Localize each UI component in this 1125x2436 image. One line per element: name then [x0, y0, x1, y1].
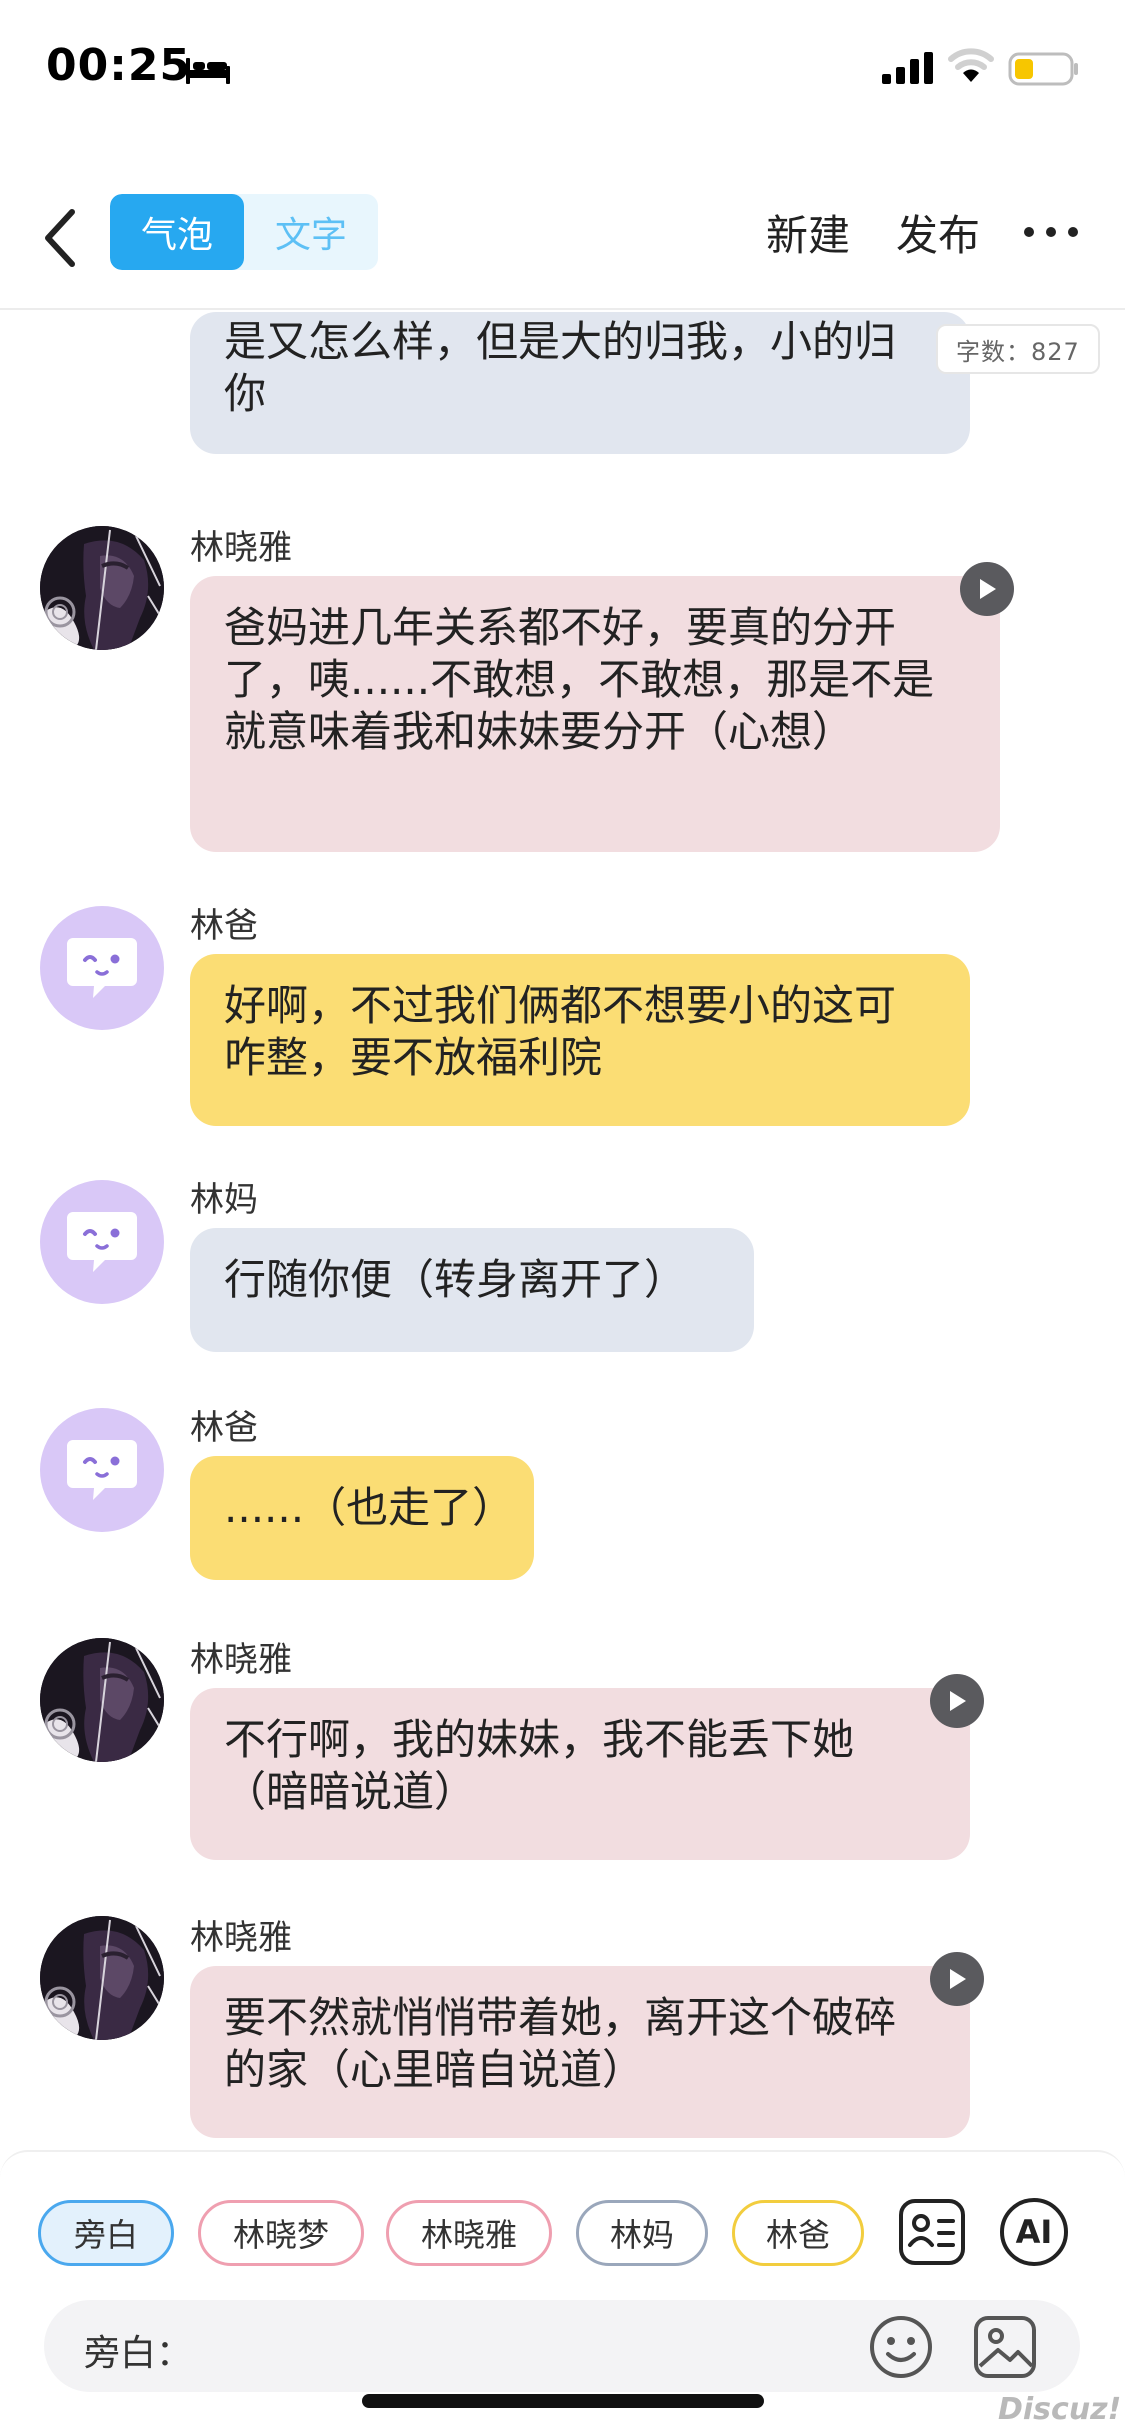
- smiley-icon: [870, 2316, 932, 2378]
- sender-name: 林爸: [190, 1408, 258, 1448]
- character-portrait-icon: [40, 1638, 164, 1762]
- message-bubble[interactable]: 是又怎么样，但是大的归我，小的归你: [190, 312, 970, 454]
- word-count-badge: 字数：827: [936, 324, 1100, 374]
- avatar[interactable]: [40, 906, 164, 1030]
- message-bubble[interactable]: 行随你便（转身离开了）: [190, 1228, 754, 1352]
- message-bubble[interactable]: 爸妈进几年关系都不好，要真的分开了，咦......不敢想，不敢想，那是不是就意味…: [190, 576, 1000, 852]
- message-input[interactable]: [194, 2314, 894, 2378]
- avatar[interactable]: [40, 1916, 164, 2040]
- ai-assist-button[interactable]: AI: [998, 2196, 1070, 2268]
- sleep-bed-icon: [186, 58, 230, 84]
- more-dot-icon: [1046, 227, 1056, 237]
- cellular-signal-icon: [882, 52, 933, 84]
- battery-icon: [1008, 52, 1078, 86]
- sender-name: 林晓雅: [190, 1918, 292, 1958]
- sender-name: 林妈: [190, 1180, 258, 1220]
- ai-label: AI: [1015, 2213, 1053, 2251]
- play-icon: [950, 1691, 966, 1711]
- play-icon: [950, 1969, 966, 1989]
- avatar[interactable]: [40, 1408, 164, 1532]
- chevron-left-icon: [45, 209, 75, 267]
- sender-name: 林爸: [190, 906, 258, 946]
- message-bubble[interactable]: 不行啊，我的妹妹，我不能丢下她（暗暗说道）: [190, 1688, 970, 1860]
- status-time: 00:25: [46, 40, 192, 91]
- tab-text[interactable]: 文字: [244, 194, 378, 270]
- role-chip[interactable]: 林晓雅: [386, 2200, 552, 2266]
- emoji-button[interactable]: [868, 2314, 934, 2380]
- avatar[interactable]: [40, 1638, 164, 1762]
- message-bubble[interactable]: 要不然就悄悄带着她，离开这个破碎的家（心里暗自说道）: [190, 1966, 970, 2138]
- role-chip[interactable]: 林晓梦: [198, 2200, 364, 2266]
- new-button[interactable]: 新建: [766, 202, 850, 263]
- message-bubble[interactable]: 好啊，不过我们俩都不想要小的这可咋整，要不放福利院: [190, 954, 970, 1126]
- sender-name: 林晓雅: [190, 528, 292, 568]
- insert-image-button[interactable]: [972, 2314, 1038, 2380]
- robot-chat-avatar-icon: [67, 1440, 137, 1500]
- publish-button[interactable]: 发布: [896, 202, 980, 263]
- speaker-label: 旁白：: [84, 2333, 193, 2374]
- top-nav-bar: 气泡 文字 新建 发布: [0, 180, 1125, 310]
- character-portrait-icon: [40, 526, 164, 650]
- play-audio-button[interactable]: [960, 562, 1014, 616]
- avatar[interactable]: [40, 526, 164, 650]
- play-icon: [980, 579, 996, 599]
- mode-toggle: 气泡 文字: [110, 194, 378, 270]
- more-dot-icon: [1068, 227, 1078, 237]
- character-portrait-icon: [40, 1916, 164, 2040]
- more-options-button[interactable]: [1024, 222, 1078, 242]
- play-audio-button[interactable]: [930, 1952, 984, 2006]
- tab-bubble[interactable]: 气泡: [110, 194, 244, 270]
- sender-name: 林晓雅: [190, 1640, 292, 1680]
- wifi-icon: [948, 48, 994, 82]
- robot-chat-avatar-icon: [67, 938, 137, 998]
- message-bubble[interactable]: ......（也走了）: [190, 1456, 534, 1580]
- role-chip-narrator[interactable]: 旁白: [38, 2200, 174, 2266]
- role-chip[interactable]: 林妈: [576, 2200, 708, 2266]
- home-indicator: [362, 2394, 764, 2408]
- play-audio-button[interactable]: [930, 1674, 984, 1728]
- more-dot-icon: [1024, 227, 1034, 237]
- watermark-text: Discuz!: [998, 2392, 1122, 2427]
- role-manage-button[interactable]: [896, 2196, 968, 2268]
- robot-chat-avatar-icon: [67, 1212, 137, 1272]
- contact-card-icon: [899, 2199, 965, 2265]
- role-chip[interactable]: 林爸: [732, 2200, 864, 2266]
- back-button[interactable]: [30, 202, 90, 274]
- message-input-row: 旁白：: [44, 2300, 1080, 2392]
- chat-message-list[interactable]: 是又怎么样，但是大的归我，小的归你 字数：827 林晓雅 爸妈进几年关系都不好，…: [0, 312, 1125, 2150]
- image-icon: [974, 2316, 1036, 2378]
- avatar[interactable]: [40, 1180, 164, 1304]
- status-bar: 00:25: [0, 0, 1125, 140]
